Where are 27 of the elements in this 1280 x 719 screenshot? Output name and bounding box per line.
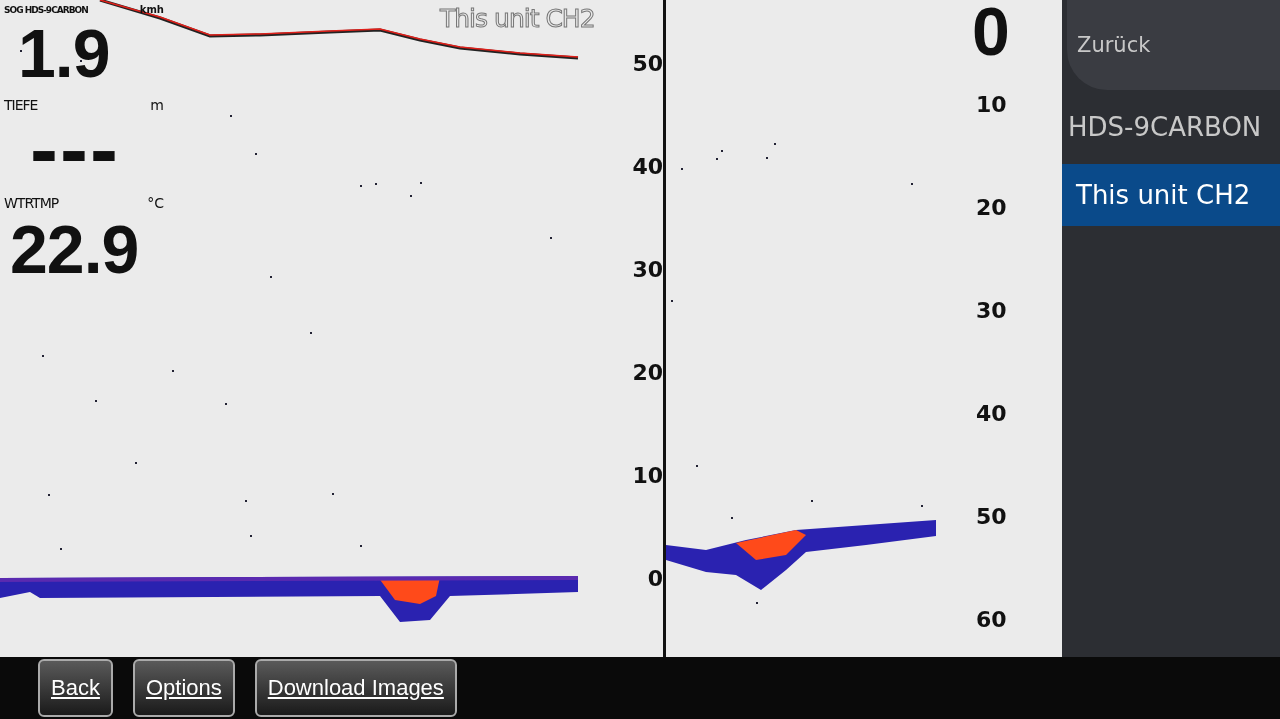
depth-scale-label: 30: [631, 256, 663, 282]
depth-scale-label: 20: [976, 194, 1007, 220]
depth-scale-label: 10: [631, 462, 663, 488]
sidebar-return-item[interactable]: Zurück: [1067, 0, 1280, 90]
depth-scale-label: 40: [631, 153, 663, 179]
depth-scale-label: 60: [976, 606, 1007, 632]
depth-scale-label: 20: [631, 359, 663, 385]
range-top-label: 0: [972, 0, 1010, 70]
depth-scale-label: 10: [976, 91, 1007, 117]
channel-label: This unit CH2: [440, 4, 595, 33]
toolbar-button[interactable]: Download Images: [254, 659, 457, 717]
toolbar-button[interactable]: Back: [38, 659, 113, 717]
depth-scale-label: 30: [976, 297, 1007, 323]
toolbar-button[interactable]: Options: [132, 659, 235, 717]
depth-scale-label: 50: [976, 503, 1007, 529]
source-item[interactable]: This unit CH2: [1062, 164, 1280, 226]
readout-value: 1.9: [17, 19, 111, 87]
readout-value: 22.9: [9, 215, 140, 283]
readout-unit: °C: [147, 195, 164, 211]
readout-unit: m: [150, 97, 164, 113]
depth-scale-label: 0: [646, 565, 663, 591]
readout-label: WTRTMP: [4, 195, 59, 211]
depth-scale-label: 50: [631, 50, 663, 76]
readout-unit: kmh: [139, 4, 164, 15]
readout-label: SOG HDS-9CARBON: [4, 5, 88, 15]
depth-scale-label: 40: [976, 400, 1007, 426]
source-item[interactable]: HDS-9CARBON: [1062, 96, 1280, 158]
